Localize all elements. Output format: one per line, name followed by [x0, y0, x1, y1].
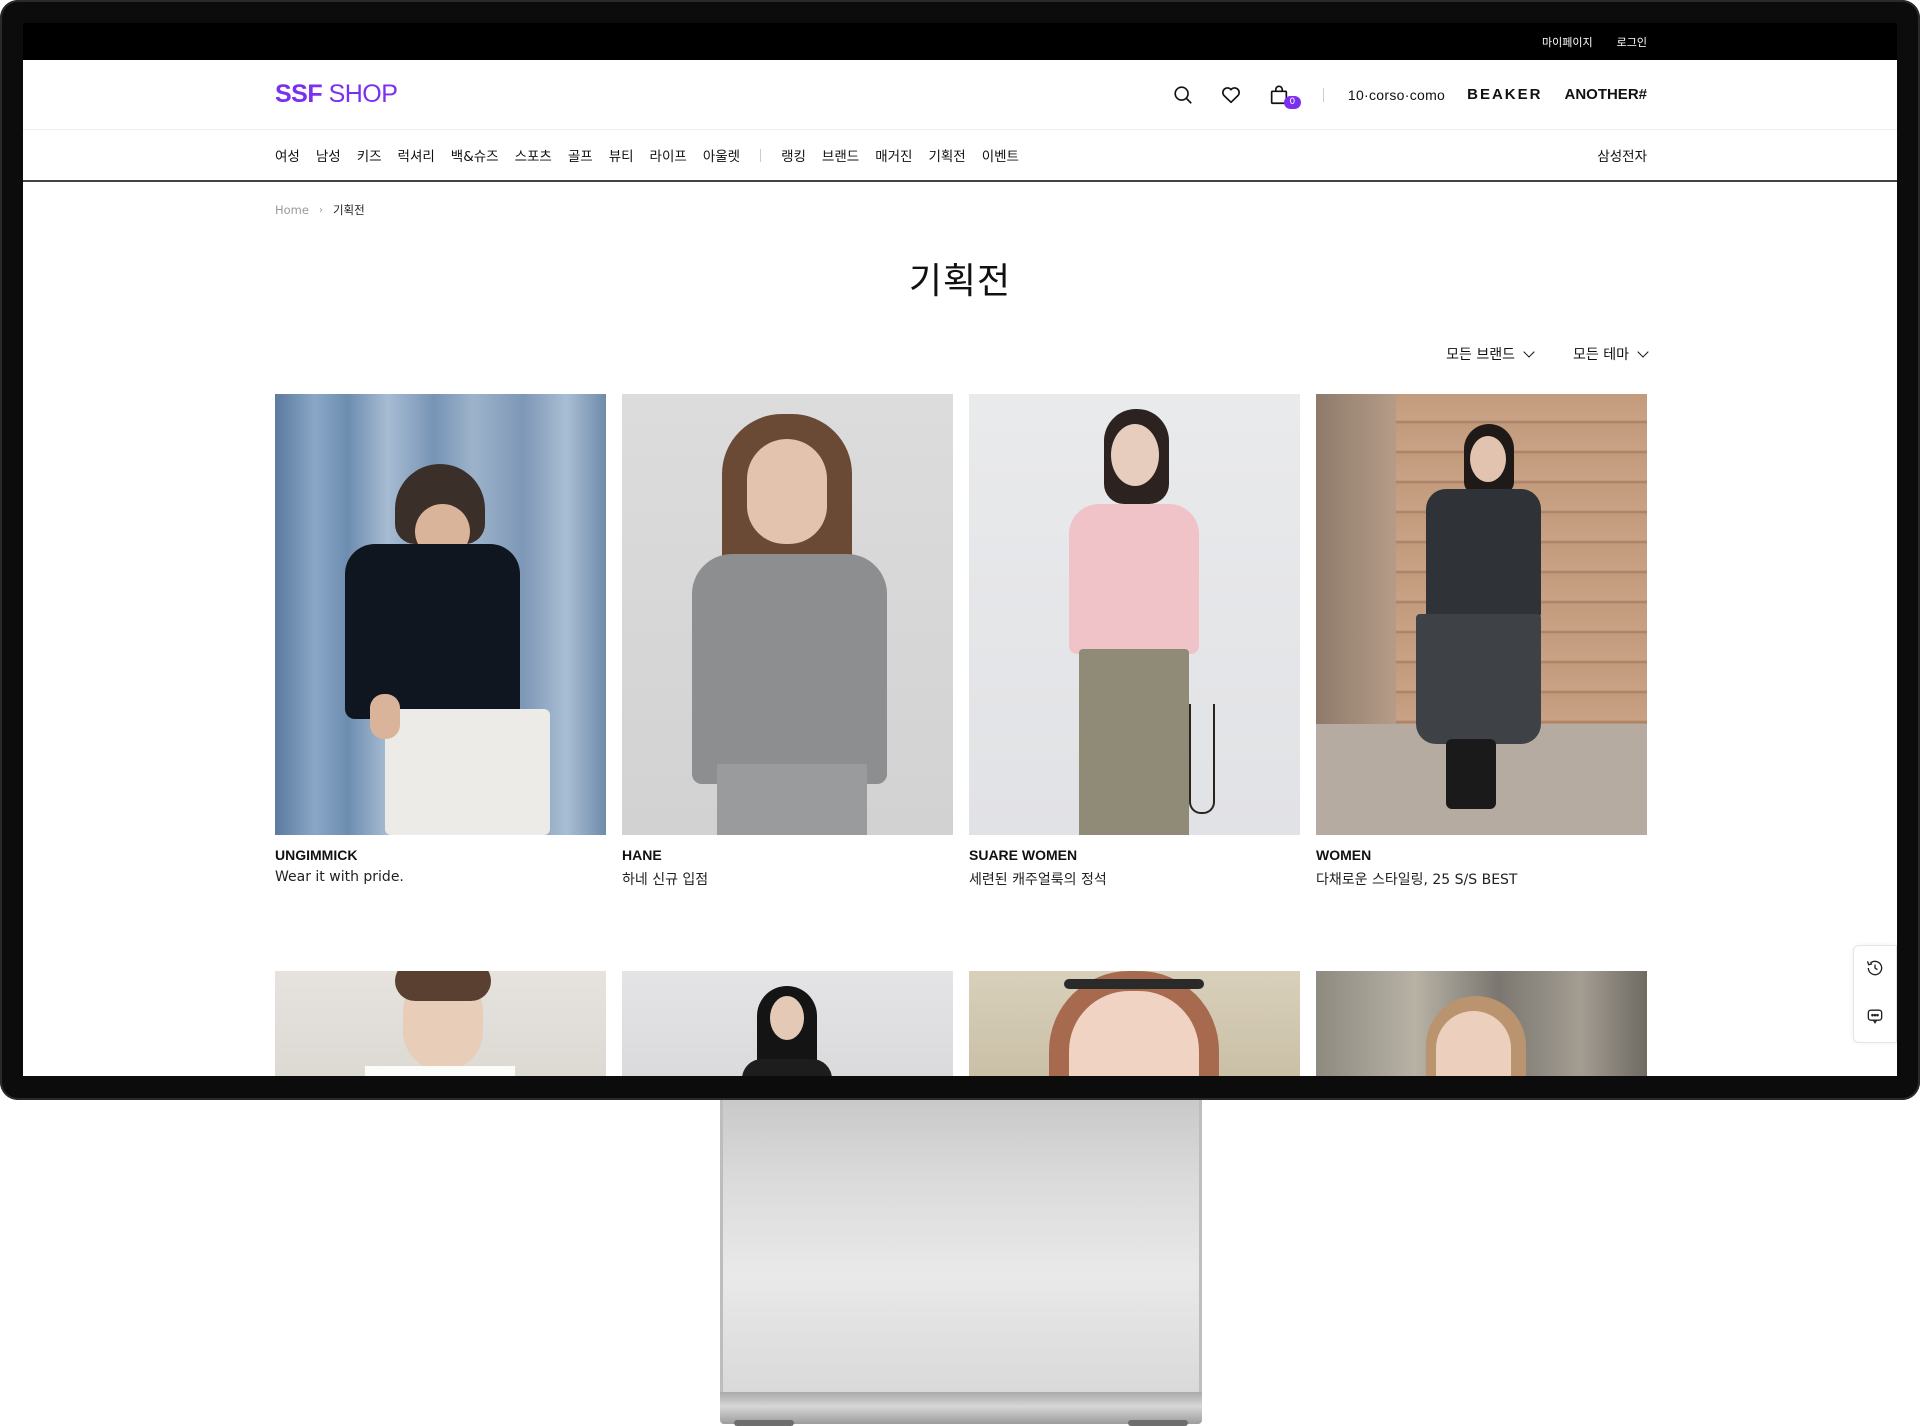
card-tagline: 하네 신규 입점 [622, 872, 709, 888]
exhibition-card[interactable] [275, 971, 606, 1076]
shopping-bag-icon[interactable]: 0 [1267, 83, 1301, 109]
search-icon[interactable] [1171, 83, 1195, 107]
category-nav: 여성 남성 키즈 럭셔리 백&슈즈 스포츠 골프 뷰티 라이프 아울렛 랭킹 브… [23, 130, 1897, 182]
monitor-stand-base [720, 1392, 1202, 1426]
header-divider [1322, 87, 1324, 102]
nav-item-event[interactable]: 이벤트 [982, 145, 1019, 165]
brand-filter-dropdown[interactable]: 모든 브랜드 [1446, 344, 1535, 364]
header-actions: 0 10·corso·como BEAKER ANOTHER# [1147, 83, 1647, 109]
breadcrumb: Home › 기획전 [23, 182, 1897, 218]
card-brand: UNGIMMICK [275, 847, 358, 863]
exhibition-image[interactable] [1316, 971, 1647, 1076]
monitor-bezel: 마이페이지 로그인 SSF SHOP 0 10·corso·como BEAKE… [0, 0, 1920, 1100]
brand-link-corso-como[interactable]: 10·corso·como [1348, 87, 1445, 103]
history-icon[interactable] [1865, 958, 1885, 982]
nav-item-outlet[interactable]: 아울렛 [703, 145, 740, 165]
exhibition-image[interactable] [622, 971, 953, 1076]
login-link[interactable]: 로그인 [1617, 34, 1647, 50]
logo-light-text: SHOP [328, 80, 398, 108]
nav-item-exhibition[interactable]: 기획전 [928, 145, 965, 165]
utility-bar: 마이페이지 로그인 [23, 23, 1897, 60]
breadcrumb-current: 기획전 [332, 203, 365, 217]
exhibition-card[interactable]: WOMEN 다채로운 스타일링, 25 S/S BEST [1316, 394, 1647, 889]
card-brand: HANE [622, 847, 662, 863]
nav-item-men[interactable]: 남성 [316, 145, 341, 165]
card-tagline: Wear it with pride. [275, 869, 404, 885]
card-tagline: 다채로운 스타일링, 25 S/S BEST [1316, 872, 1518, 888]
filter-bar: 모든 브랜드 모든 테마 [23, 344, 1897, 364]
browser-screen: 마이페이지 로그인 SSF SHOP 0 10·corso·como BEAKE… [23, 23, 1897, 1076]
mypage-link[interactable]: 마이페이지 [1542, 34, 1593, 50]
nav-item-ranking[interactable]: 랭킹 [781, 145, 806, 165]
nav-item-samsung[interactable]: 삼성전자 [1597, 145, 1647, 165]
brand-filter-label: 모든 브랜드 [1446, 347, 1516, 363]
card-brand: WOMEN [1316, 847, 1372, 863]
chevron-down-icon [1637, 346, 1649, 358]
exhibition-image-ungimmick[interactable] [275, 394, 606, 835]
exhibition-image[interactable] [275, 971, 606, 1076]
site-header: SSF SHOP 0 10·corso·como BEAKER ANOTHER# [23, 60, 1897, 130]
nav-divider [760, 148, 762, 162]
nav-item-life[interactable]: 라이프 [650, 145, 687, 165]
monitor-stand [720, 1100, 1202, 1392]
card-brand: SUARE WOMEN [969, 847, 1078, 863]
nav-item-brand[interactable]: 브랜드 [822, 145, 859, 165]
card-tagline: 세련된 캐주얼룩의 정석 [969, 872, 1107, 888]
nav-item-beauty[interactable]: 뷰티 [609, 145, 634, 165]
nav-item-bags-shoes[interactable]: 백&슈즈 [451, 145, 499, 165]
exhibition-card[interactable]: HANE 하네 신규 입점 [622, 394, 953, 889]
logo-bold-text: SSF [275, 80, 323, 108]
heart-icon[interactable] [1219, 83, 1243, 107]
exhibition-image[interactable] [969, 971, 1300, 1076]
ssf-shop-logo[interactable]: SSF SHOP [275, 80, 398, 109]
nav-item-magazine[interactable]: 매거진 [875, 145, 912, 165]
nav-item-luxury[interactable]: 럭셔리 [398, 145, 435, 165]
exhibition-image-hane[interactable] [622, 394, 953, 835]
cart-count-badge: 0 [1283, 95, 1301, 109]
breadcrumb-home[interactable]: Home [275, 203, 309, 217]
chat-icon[interactable] [1865, 1006, 1885, 1030]
exhibition-card[interactable] [1316, 971, 1647, 1076]
page-title: 기획전 [908, 261, 1012, 302]
brand-link-another[interactable]: ANOTHER# [1564, 86, 1647, 103]
exhibition-card[interactable]: UNGIMMICK Wear it with pride. [275, 394, 606, 885]
theme-filter-dropdown[interactable]: 모든 테마 [1573, 344, 1649, 364]
exhibition-image-suare[interactable] [969, 394, 1300, 835]
nav-item-women[interactable]: 여성 [275, 145, 300, 165]
brand-link-beaker[interactable]: BEAKER [1467, 86, 1542, 103]
exhibition-card[interactable] [969, 971, 1300, 1076]
exhibition-card[interactable]: SUARE WOMEN 세련된 캐주얼룩의 정석 [969, 394, 1300, 889]
theme-filter-label: 모든 테마 [1573, 347, 1629, 363]
chevron-down-icon [1523, 346, 1535, 358]
exhibition-image-women[interactable] [1316, 394, 1647, 835]
nav-item-kids[interactable]: 키즈 [357, 145, 382, 165]
nav-item-golf[interactable]: 골프 [568, 145, 593, 165]
floating-side-widget [1853, 945, 1897, 1043]
exhibition-card[interactable] [622, 971, 953, 1076]
chevron-right-icon: › [318, 204, 323, 216]
nav-item-sports[interactable]: 스포츠 [515, 145, 552, 165]
